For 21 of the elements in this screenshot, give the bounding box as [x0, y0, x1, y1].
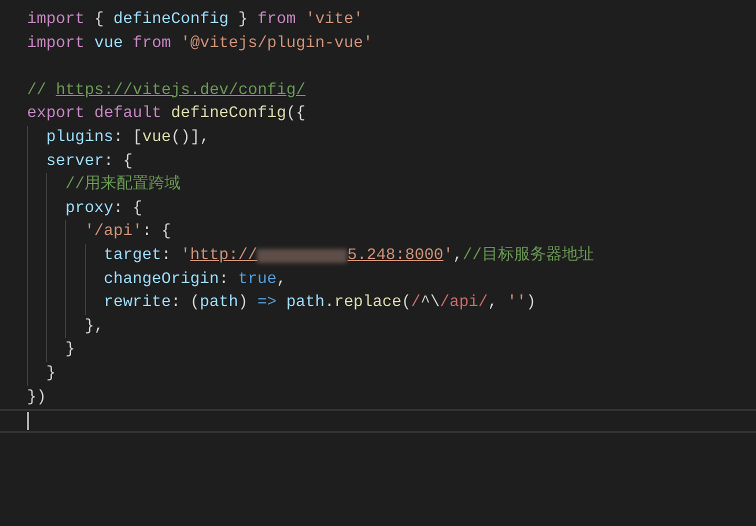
code-text: proxy: { [65, 198, 142, 219]
code-text: server: { [46, 150, 133, 172]
code-text: '/api': { [84, 221, 171, 242]
url-link[interactable]: https://vitejs.dev/config/ [56, 78, 306, 102]
code-text: //用来配置跨域 [65, 174, 181, 196]
code-text: }) [27, 386, 46, 408]
code-text: }, [84, 316, 104, 337]
code-text: import { defineConfig } from 'vite' [27, 9, 364, 30]
code-text: } [65, 339, 75, 360]
code-text: target: ' [104, 244, 190, 266]
url-link[interactable]: 5.248:8000 [347, 244, 444, 268]
text-cursor [27, 412, 29, 430]
code-text: rewrite: (path) => path.replace(/^\/api/, '') [104, 292, 536, 314]
code-text: export default defineConfig({ [27, 103, 306, 124]
code-text: } [46, 362, 56, 384]
code-text: changeOrigin: true, [104, 268, 286, 290]
code-text: // [27, 80, 48, 101]
url-link[interactable]: http:// [190, 244, 258, 268]
code-text: import vue from '@vitejs/plugin-vue' [27, 32, 373, 54]
code-text: plugins: [vue()], [46, 126, 210, 148]
code-text: ',//目标服务器地址 [443, 244, 594, 266]
